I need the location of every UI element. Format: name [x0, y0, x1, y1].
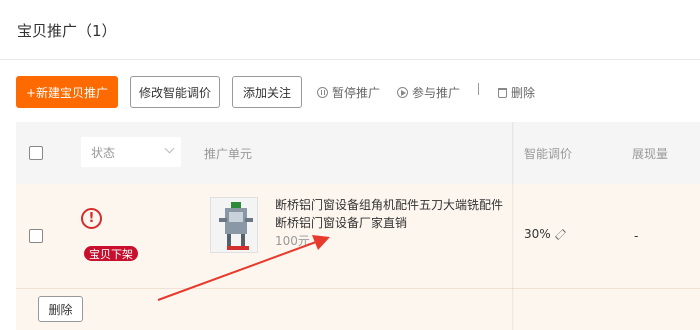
fixed-column-divider: [512, 122, 514, 330]
play-circle-icon: [397, 87, 408, 98]
status-filter-label: 状态: [91, 145, 116, 160]
delete-label: 删除: [511, 86, 536, 100]
table-footer-row: [16, 288, 700, 330]
select-all-checkbox[interactable]: [29, 146, 43, 160]
trash-icon: [498, 87, 507, 98]
chevron-down-icon: [164, 143, 175, 154]
row-checkbox[interactable]: [29, 229, 43, 243]
pause-promotion-link[interactable]: 暂停推广: [317, 84, 380, 101]
column-header-unit: 推广单元: [204, 147, 253, 161]
status-filter-select[interactable]: 状态: [81, 137, 181, 167]
delete-link[interactable]: 删除: [498, 84, 535, 101]
column-header-impressions[interactable]: 展现量: [632, 145, 668, 162]
impressions-value: -: [634, 229, 639, 243]
pencil-icon[interactable]: [554, 228, 566, 240]
column-header-smart-price[interactable]: 智能调价: [524, 145, 572, 162]
smart-price-value: 30%: [524, 227, 566, 241]
product-title-link[interactable]: 断桥铝门窗设备组角机配件五刀大端铣配件断桥铝门窗设备厂家直销: [275, 196, 503, 232]
join-promotion-link[interactable]: 参与推广: [397, 84, 460, 101]
toolbar: +新建宝贝推广 修改智能调价 添加关注 暂停推广 参与推广 删除: [0, 60, 700, 122]
join-promotion-label: 参与推广: [412, 86, 461, 100]
page-header: 宝贝推广（1）: [0, 0, 700, 60]
product-price: 100元: [275, 234, 310, 248]
pause-circle-icon: [317, 87, 328, 98]
promotion-table: 状态 推广单元 智能调价 展现量 ! 宝贝下架 断桥铝门窗设备组角机配件五刀大端…: [16, 122, 700, 330]
table-header: 状态 推广单元 智能调价 展现量: [16, 122, 700, 184]
product-thumbnail[interactable]: [210, 197, 258, 253]
smart-price-text: 30%: [524, 227, 551, 241]
warning-icon: !: [81, 208, 102, 229]
new-promotion-button[interactable]: +新建宝贝推广: [16, 76, 118, 108]
adjust-price-button[interactable]: 修改智能调价: [130, 76, 220, 108]
pause-promotion-label: 暂停推广: [332, 86, 381, 100]
page-title: 宝贝推广（1）: [17, 22, 117, 40]
add-follow-button[interactable]: 添加关注: [232, 76, 302, 108]
toolbar-divider: [478, 83, 479, 95]
bulk-delete-button[interactable]: 删除: [38, 296, 83, 322]
status-badge: 宝贝下架: [84, 246, 138, 261]
